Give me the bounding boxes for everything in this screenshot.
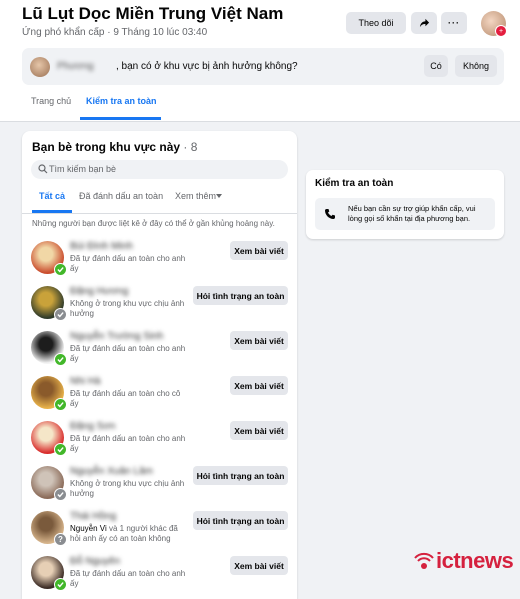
not-in-area-icon [54, 308, 67, 321]
list-item: Bùi Đình Minh Đã tự đánh dấu an toàn cho … [22, 239, 297, 283]
avatar [30, 57, 50, 77]
safe-check-icon [54, 578, 67, 591]
more-options-button[interactable]: ··· [441, 12, 467, 34]
list-item: Nguyễn Xuân Lâm Không ở trong khu vực chị… [22, 464, 297, 508]
friend-name[interactable]: Đỗ Nguyên [70, 556, 120, 567]
safe-check-icon [54, 398, 67, 411]
search-icon [38, 164, 48, 174]
safety-check-panel: Kiểm tra an toàn Nếu bạn cần sự trợ giúp… [306, 170, 504, 239]
asker-name[interactable]: Nguyễn Vi [70, 524, 107, 533]
share-button[interactable] [411, 12, 437, 34]
no-button[interactable]: Không [455, 55, 497, 77]
friends-in-area-panel: Bạn bè trong khu vực này · 8 Tìm kiếm bạ… [22, 131, 297, 599]
area-note: Những người bạn được liệt kê ở đây có th… [32, 219, 275, 228]
view-post-button[interactable]: Xem bài viết [230, 421, 288, 440]
friend-name[interactable]: Thái Hồng [70, 511, 116, 522]
emergency-info: Nếu bạn cần sự trợ giúp khẩn cấp, vui lò… [315, 198, 495, 230]
active-tab-indicator [80, 117, 161, 120]
view-post-button[interactable]: Xem bài viết [230, 241, 288, 260]
filter-tab-more[interactable]: Xem thêm [175, 191, 216, 201]
ask-safety-button[interactable]: Hỏi tình trạng an toàn [193, 511, 288, 530]
friend-name[interactable]: Đặng Sơn [70, 421, 115, 432]
user-name: Phương [57, 61, 94, 72]
tab-home[interactable]: Trang chủ [31, 96, 71, 106]
search-placeholder: Tìm kiếm bạn bè [49, 164, 117, 174]
chevron-down-icon [216, 194, 222, 198]
page-title: Lũ Lụt Dọc Miền Trung Việt Nam [22, 4, 284, 23]
question-icon: ? [54, 533, 67, 546]
panel-title-text: Bạn bè trong khu vực này [32, 140, 181, 154]
ictnews-logo: ictnews [412, 548, 514, 578]
friend-name[interactable]: Nguyễn Trường Sinh [70, 331, 163, 342]
safety-question: , bạn có ở khu vực bị ảnh hưởng không? [116, 61, 298, 72]
ask-safety-button[interactable]: Hỏi tình trạng an toàn [193, 466, 288, 485]
event-subtitle: Ứng phó khẩn cấp · 9 Tháng 10 lúc 03:40 [22, 27, 208, 38]
friend-status: Đã tự đánh dấu an toàn cho anh ấy [70, 254, 186, 273]
logo-text: ictnews [436, 548, 514, 573]
friend-status: Đã tự đánh dấu an toàn cho cô ấy [70, 389, 181, 408]
friend-name[interactable]: Đặng Hương [70, 286, 128, 297]
friend-status: Không ở trong khu vực chịu ảnh hưởng [70, 299, 185, 318]
friend-status: Đã tự đánh dấu an toàn cho anh ấy [70, 434, 186, 453]
search-input[interactable]: Tìm kiếm bạn bè [31, 160, 288, 179]
not-in-area-icon [54, 488, 67, 501]
view-post-button[interactable]: Xem bài viết [230, 556, 288, 575]
panel-title: Bạn bè trong khu vực này · 8 [32, 140, 197, 154]
friend-count: · 8 [183, 140, 198, 154]
list-item: Nguyễn Trường Sinh Đã tự đánh dấu an toàn… [22, 329, 297, 373]
list-item: Đỗ Nguyên Đã tự đánh dấu an toàn cho anh … [22, 554, 297, 598]
phone-icon [325, 209, 335, 219]
event-header: Lũ Lụt Dọc Miền Trung Việt Nam Ứng phó k… [0, 0, 520, 122]
view-post-button[interactable]: Xem bài viết [230, 331, 288, 350]
list-item: Đặng Sơn Đã tự đánh dấu an toàn cho anh ấ… [22, 419, 297, 463]
avatar-badge: + [495, 25, 507, 37]
safe-check-icon [54, 353, 67, 366]
filter-tab-marked-safe[interactable]: Đã đánh dấu an toàn [79, 191, 163, 201]
follow-button[interactable]: Theo dõi [346, 12, 406, 34]
emergency-text: Nếu bạn cần sự trợ giúp khẩn cấp, vui lò… [348, 204, 476, 223]
friend-status: Đã tự đánh dấu an toàn cho anh ấy [70, 344, 186, 363]
friend-name[interactable]: Bùi Đình Minh [70, 241, 133, 252]
view-post-button[interactable]: Xem bài viết [230, 376, 288, 395]
friend-status: Không ở trong khu vực chịu ảnh hưởng [70, 479, 185, 498]
yes-button[interactable]: Có [424, 55, 448, 77]
safe-check-icon [54, 443, 67, 456]
safe-check-icon [54, 263, 67, 276]
safety-question-bar: Phương , bạn có ở khu vực bị ảnh hưởng k… [22, 48, 504, 85]
divider [22, 213, 297, 214]
friend-name[interactable]: Nhi Hà [70, 376, 101, 387]
friend-name[interactable]: Nguyễn Xuân Lâm [70, 466, 153, 477]
list-item: Nhi Hà Đã tự đánh dấu an toàn cho cô ấy Xe… [22, 374, 297, 418]
friend-status: Đã tự đánh dấu an toàn cho anh ấy [70, 569, 186, 588]
filter-tab-all[interactable]: Tất cả [39, 191, 65, 201]
ask-safety-button[interactable]: Hỏi tình trạng an toàn [193, 286, 288, 305]
list-item: Đặng Hương Không ở trong khu vực chịu ảnh… [22, 284, 297, 328]
share-icon [419, 18, 429, 27]
safety-panel-title: Kiểm tra an toàn [315, 178, 394, 189]
friend-status: Nguyễn Vi và 1 người khác đã hỏi anh ấy … [70, 524, 190, 543]
tab-safety-check[interactable]: Kiểm tra an toàn [86, 96, 157, 106]
list-item: ? Thái Hồng Nguyễn Vi và 1 người khác đã h… [22, 509, 297, 553]
signal-icon [414, 552, 434, 569]
